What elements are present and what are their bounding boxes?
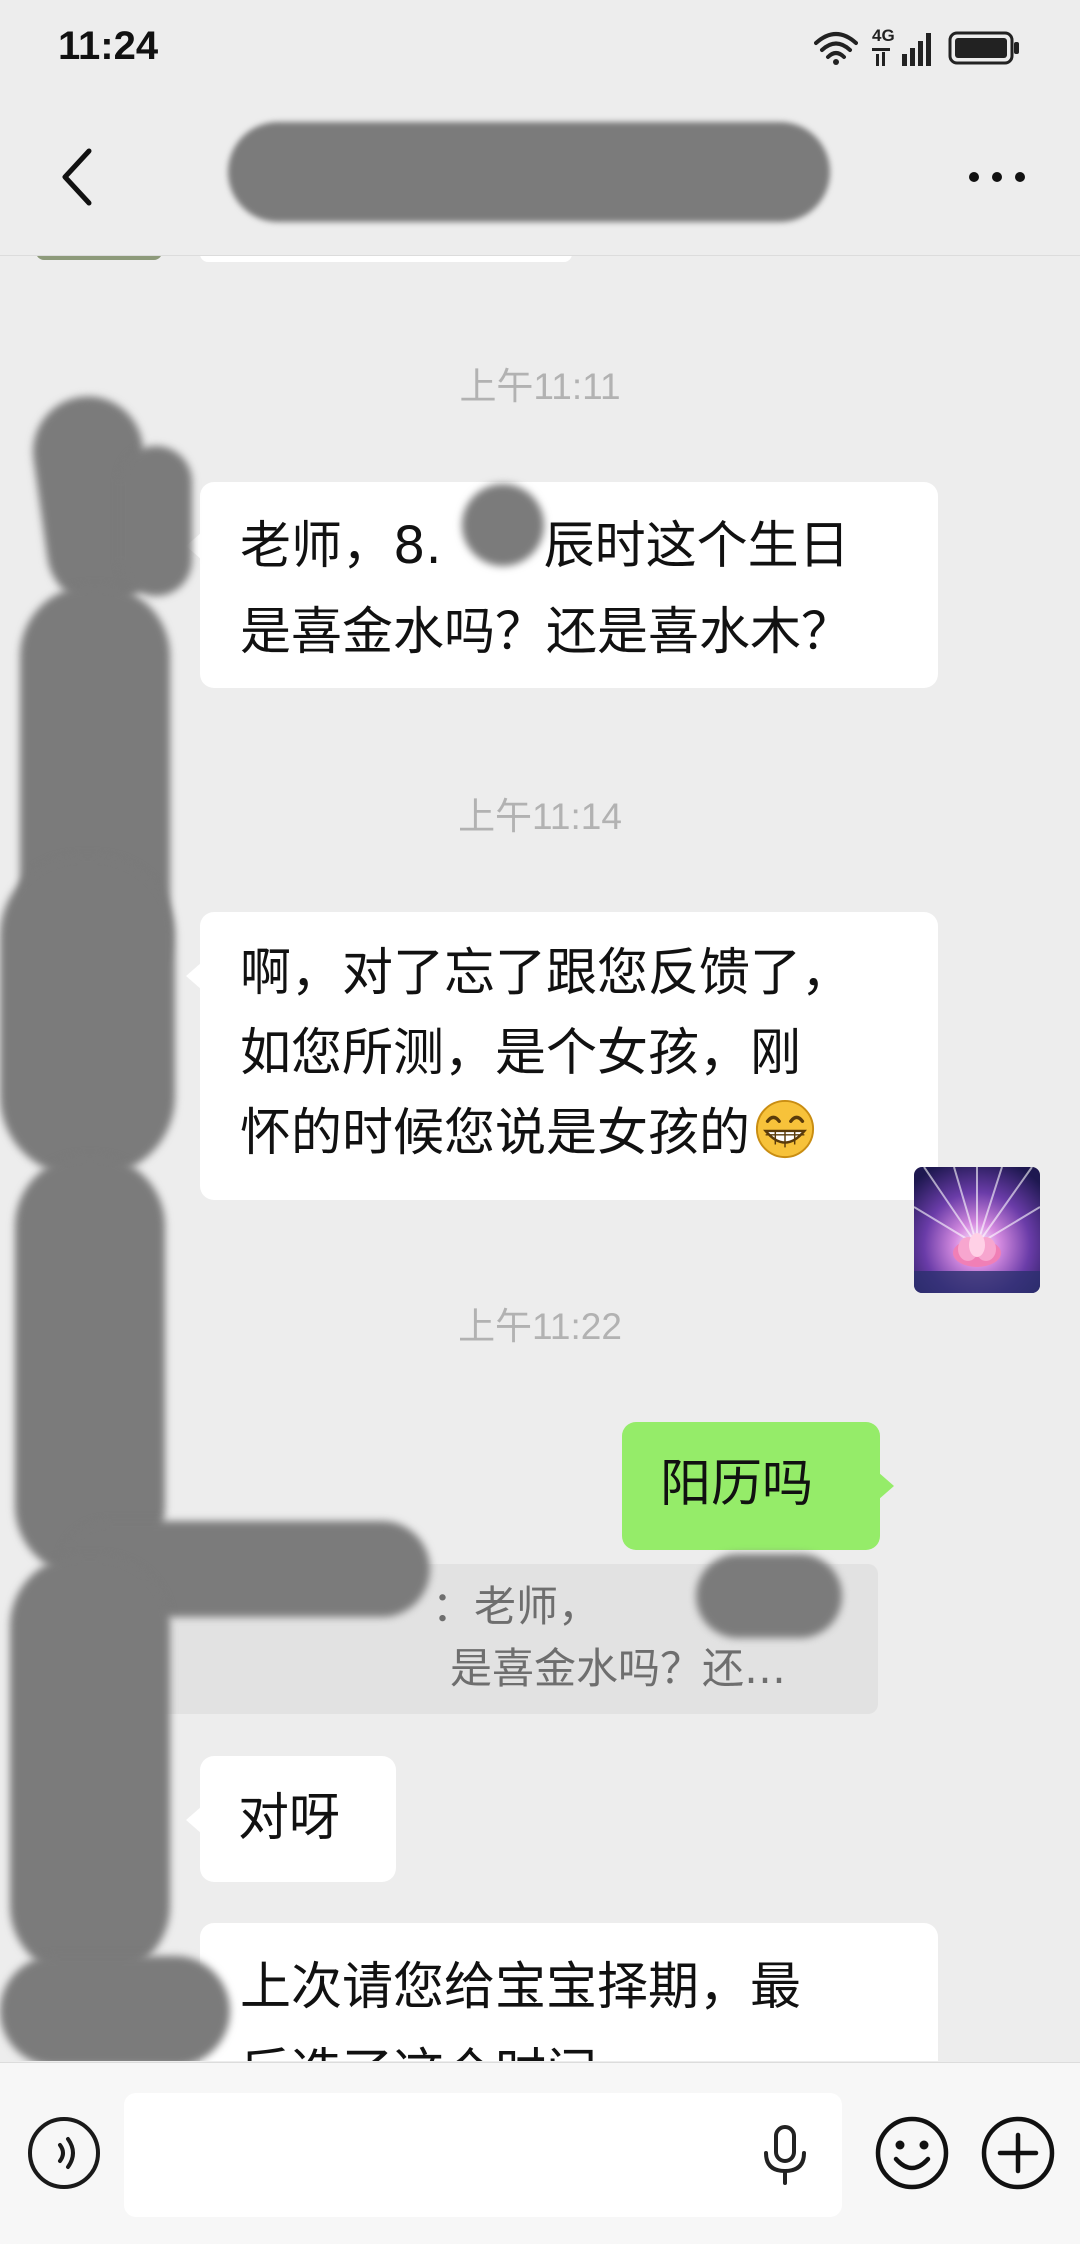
redaction-scribble	[15, 1156, 165, 1576]
status-icons: 4G	[814, 26, 1022, 68]
timestamp: 上午11:11	[459, 366, 621, 407]
more-dots-icon	[969, 172, 1025, 182]
grinning-face-emoji	[755, 1099, 815, 1159]
redaction-scribble	[0, 856, 175, 1176]
message-text-segment: 怀的时候您说是女孩的	[240, 1104, 751, 1163]
message-text-line: 怀的时候您说是女孩的	[240, 1094, 898, 1174]
input-bar	[0, 2062, 1080, 2244]
back-button[interactable]	[42, 142, 112, 212]
message-text-line: 上次请您给宝宝择期，最	[240, 1958, 802, 2017]
more-button[interactable]	[962, 152, 1032, 202]
more-actions-button[interactable]	[978, 2113, 1058, 2193]
message-bubble[interactable]: 老师，8. 辰时这个生日 是喜金水吗？还是喜水木？	[186, 482, 938, 688]
redaction-scribble	[0, 1956, 230, 2061]
redaction-scribble	[462, 484, 544, 566]
message-list[interactable]: 上午11:11 老师，8. 辰时这个生日 是喜金水吗？还是喜水木？ 上午11:1…	[0, 256, 1080, 2061]
voice-toggle-button[interactable]	[28, 2117, 100, 2189]
title-redaction	[228, 122, 830, 222]
emoji-icon	[875, 2116, 949, 2190]
status-time: 11:24	[58, 24, 159, 68]
message-text-line: 是喜金水吗？还是喜水木？	[240, 603, 853, 662]
microphone-icon	[764, 2125, 806, 2185]
previous-message-bubble	[200, 256, 572, 262]
battery-icon	[948, 31, 1019, 65]
plus-icon	[981, 2116, 1055, 2190]
message-text-line: 后选了这个时间	[240, 2031, 898, 2061]
voice-mode-icon	[58, 2137, 75, 2169]
chevron-left-icon	[62, 148, 92, 206]
wifi-icon	[814, 32, 858, 65]
quoted-text-line: 是喜金水吗？还…	[450, 1644, 787, 1693]
redaction-scribble	[120, 446, 192, 596]
message-text: 对呀	[238, 1789, 341, 1848]
my-avatar[interactable]	[914, 1167, 1040, 1293]
my-message-bubble[interactable]: 阳历吗	[622, 1422, 894, 1550]
message-text-line: 老师，8. 辰时这个生日	[240, 517, 850, 576]
message-bubble[interactable]: 上次请您给宝宝择期，最 后选了这个时间	[186, 1923, 938, 2061]
microphone-button[interactable]	[760, 2123, 810, 2187]
chat-screen: 11:24 4G 上午11:11 老师，8. 辰时这个生日 是喜金水吗？还是喜水…	[0, 0, 1080, 2244]
signal-icon: 4G	[872, 26, 934, 68]
message-text-line: 啊，对了忘了跟您反馈了，	[240, 944, 853, 1003]
emoji-button[interactable]	[872, 2113, 952, 2193]
message-text-line: 如您所测，是个女孩，刚	[240, 1024, 802, 1083]
nav-bar	[0, 100, 1080, 256]
message-input[interactable]	[124, 2093, 842, 2217]
message-bubble[interactable]: 啊，对了忘了跟您反馈了， 如您所测，是个女孩，刚 怀的时候您说是女孩的	[186, 912, 938, 1200]
redaction-scribble	[696, 1554, 842, 1638]
previous-avatar	[36, 256, 162, 260]
message-text: 阳历吗	[660, 1455, 814, 1514]
redaction-scribble	[10, 1556, 170, 1976]
message-bubble[interactable]: 对呀	[186, 1756, 396, 1882]
status-bar: 11:24 4G	[0, 0, 1080, 100]
avatar-image	[914, 1167, 1040, 1293]
